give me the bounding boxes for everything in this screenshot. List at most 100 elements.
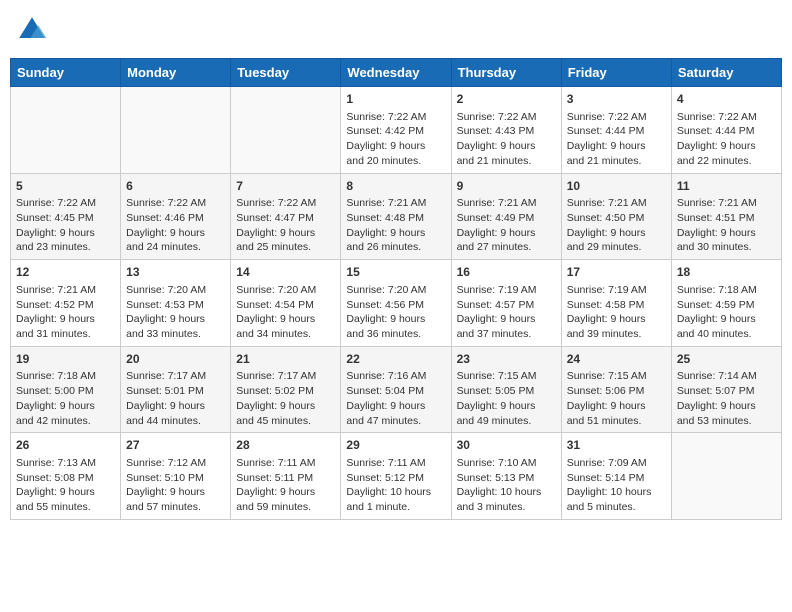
calendar-day-header: Saturday: [671, 59, 781, 87]
day-info: Sunrise: 7:10 AM Sunset: 5:13 PM Dayligh…: [457, 456, 556, 515]
page: SundayMondayTuesdayWednesdayThursdayFrid…: [0, 0, 792, 530]
calendar-cell: 19Sunrise: 7:18 AM Sunset: 5:00 PM Dayli…: [11, 346, 121, 433]
day-info: Sunrise: 7:19 AM Sunset: 4:58 PM Dayligh…: [567, 283, 666, 342]
day-info: Sunrise: 7:22 AM Sunset: 4:47 PM Dayligh…: [236, 196, 335, 255]
calendar-day-header: Friday: [561, 59, 671, 87]
calendar-cell: 21Sunrise: 7:17 AM Sunset: 5:02 PM Dayli…: [231, 346, 341, 433]
day-info: Sunrise: 7:21 AM Sunset: 4:51 PM Dayligh…: [677, 196, 776, 255]
calendar-day-header: Wednesday: [341, 59, 451, 87]
calendar-cell: 17 Sunrise: 7:19 AM Sunset: 4:58 PM Dayli…: [561, 260, 671, 347]
day-number: 22: [346, 351, 445, 368]
day-number: 6: [126, 178, 225, 195]
day-number: 11: [677, 178, 776, 195]
logo: [16, 14, 52, 46]
day-info: Sunrise: 7:21 AM Sunset: 4:52 PM Dayligh…: [16, 283, 115, 342]
day-info: Sunrise: 7:22 AM Sunset: 4:42 PM Dayligh…: [346, 110, 445, 169]
day-number: 20: [126, 351, 225, 368]
calendar-table: SundayMondayTuesdayWednesdayThursdayFrid…: [10, 58, 782, 520]
day-info: Sunrise: 7:21 AM Sunset: 4:49 PM Dayligh…: [457, 196, 556, 255]
logo-icon: [16, 14, 48, 46]
day-number: 13: [126, 264, 225, 281]
day-number: 8: [346, 178, 445, 195]
calendar-week-row: 26 Sunrise: 7:13 AM Sunset: 5:08 PM Dayli…: [11, 433, 782, 520]
calendar-cell: 25Sunrise: 7:14 AM Sunset: 5:07 PM Dayli…: [671, 346, 781, 433]
calendar-cell: 4 Sunrise: 7:22 AM Sunset: 4:44 PM Daylig…: [671, 87, 781, 174]
day-number: 10: [567, 178, 666, 195]
calendar-cell: [231, 87, 341, 174]
calendar-cell: 24Sunrise: 7:15 AM Sunset: 5:06 PM Dayli…: [561, 346, 671, 433]
day-number: 12: [16, 264, 115, 281]
day-info: Sunrise: 7:09 AM Sunset: 5:14 PM Dayligh…: [567, 456, 666, 515]
day-info: Sunrise: 7:17 AM Sunset: 5:01 PM Dayligh…: [126, 369, 225, 428]
header: [10, 10, 782, 50]
calendar-cell: 9Sunrise: 7:21 AM Sunset: 4:49 PM Daylig…: [451, 173, 561, 260]
day-number: 9: [457, 178, 556, 195]
day-info: Sunrise: 7:20 AM Sunset: 4:54 PM Dayligh…: [236, 283, 335, 342]
day-info: Sunrise: 7:13 AM Sunset: 5:08 PM Dayligh…: [16, 456, 115, 515]
day-info: Sunrise: 7:15 AM Sunset: 5:06 PM Dayligh…: [567, 369, 666, 428]
day-number: 14: [236, 264, 335, 281]
calendar-week-row: 5Sunrise: 7:22 AM Sunset: 4:45 PM Daylig…: [11, 173, 782, 260]
day-number: 21: [236, 351, 335, 368]
calendar-cell: 1Sunrise: 7:22 AM Sunset: 4:42 PM Daylig…: [341, 87, 451, 174]
day-number: 24: [567, 351, 666, 368]
calendar-cell: 29 Sunrise: 7:11 AM Sunset: 5:12 PM Dayli…: [341, 433, 451, 520]
calendar-cell: 10Sunrise: 7:21 AM Sunset: 4:50 PM Dayli…: [561, 173, 671, 260]
calendar-cell: [121, 87, 231, 174]
day-info: Sunrise: 7:15 AM Sunset: 5:05 PM Dayligh…: [457, 369, 556, 428]
calendar-cell: 12 Sunrise: 7:21 AM Sunset: 4:52 PM Dayli…: [11, 260, 121, 347]
day-info: Sunrise: 7:22 AM Sunset: 4:43 PM Dayligh…: [457, 110, 556, 169]
calendar-cell: 18 Sunrise: 7:18 AM Sunset: 4:59 PM Dayli…: [671, 260, 781, 347]
day-info: Sunrise: 7:21 AM Sunset: 4:50 PM Dayligh…: [567, 196, 666, 255]
day-number: 15: [346, 264, 445, 281]
calendar-day-header: Tuesday: [231, 59, 341, 87]
calendar-cell: 20Sunrise: 7:17 AM Sunset: 5:01 PM Dayli…: [121, 346, 231, 433]
calendar-cell: 8Sunrise: 7:21 AM Sunset: 4:48 PM Daylig…: [341, 173, 451, 260]
calendar-cell: 23Sunrise: 7:15 AM Sunset: 5:05 PM Dayli…: [451, 346, 561, 433]
calendar-cell: 13 Sunrise: 7:20 AM Sunset: 4:53 PM Dayli…: [121, 260, 231, 347]
calendar-cell: [11, 87, 121, 174]
calendar-cell: 5Sunrise: 7:22 AM Sunset: 4:45 PM Daylig…: [11, 173, 121, 260]
calendar-week-row: 1Sunrise: 7:22 AM Sunset: 4:42 PM Daylig…: [11, 87, 782, 174]
calendar-cell: 22Sunrise: 7:16 AM Sunset: 5:04 PM Dayli…: [341, 346, 451, 433]
day-number: 2: [457, 91, 556, 108]
day-number: 26: [16, 437, 115, 454]
day-number: 29: [346, 437, 445, 454]
day-number: 23: [457, 351, 556, 368]
day-info: Sunrise: 7:16 AM Sunset: 5:04 PM Dayligh…: [346, 369, 445, 428]
calendar-header-row: SundayMondayTuesdayWednesdayThursdayFrid…: [11, 59, 782, 87]
calendar-cell: 11Sunrise: 7:21 AM Sunset: 4:51 PM Dayli…: [671, 173, 781, 260]
day-info: Sunrise: 7:22 AM Sunset: 4:44 PM Dayligh…: [677, 110, 776, 169]
day-info: Sunrise: 7:22 AM Sunset: 4:45 PM Dayligh…: [16, 196, 115, 255]
day-number: 5: [16, 178, 115, 195]
calendar-cell: 28Sunrise: 7:11 AM Sunset: 5:11 PM Dayli…: [231, 433, 341, 520]
calendar-cell: 2 Sunrise: 7:22 AM Sunset: 4:43 PM Daylig…: [451, 87, 561, 174]
day-info: Sunrise: 7:21 AM Sunset: 4:48 PM Dayligh…: [346, 196, 445, 255]
calendar-cell: 31Sunrise: 7:09 AM Sunset: 5:14 PM Dayli…: [561, 433, 671, 520]
calendar-cell: 7Sunrise: 7:22 AM Sunset: 4:47 PM Daylig…: [231, 173, 341, 260]
day-info: Sunrise: 7:20 AM Sunset: 4:53 PM Dayligh…: [126, 283, 225, 342]
day-number: 17: [567, 264, 666, 281]
day-number: 18: [677, 264, 776, 281]
day-info: Sunrise: 7:22 AM Sunset: 4:44 PM Dayligh…: [567, 110, 666, 169]
calendar-cell: 30 Sunrise: 7:10 AM Sunset: 5:13 PM Dayli…: [451, 433, 561, 520]
day-number: 3: [567, 91, 666, 108]
calendar-day-header: Sunday: [11, 59, 121, 87]
day-number: 30: [457, 437, 556, 454]
day-number: 16: [457, 264, 556, 281]
day-info: Sunrise: 7:11 AM Sunset: 5:12 PM Dayligh…: [346, 456, 445, 515]
day-info: Sunrise: 7:18 AM Sunset: 5:00 PM Dayligh…: [16, 369, 115, 428]
calendar-cell: 15 Sunrise: 7:20 AM Sunset: 4:56 PM Dayli…: [341, 260, 451, 347]
day-number: 28: [236, 437, 335, 454]
calendar-day-header: Thursday: [451, 59, 561, 87]
calendar-week-row: 19Sunrise: 7:18 AM Sunset: 5:00 PM Dayli…: [11, 346, 782, 433]
calendar-cell: 3 Sunrise: 7:22 AM Sunset: 4:44 PM Daylig…: [561, 87, 671, 174]
calendar-cell: 16 Sunrise: 7:19 AM Sunset: 4:57 PM Dayli…: [451, 260, 561, 347]
calendar-cell: 27Sunrise: 7:12 AM Sunset: 5:10 PM Dayli…: [121, 433, 231, 520]
day-info: Sunrise: 7:19 AM Sunset: 4:57 PM Dayligh…: [457, 283, 556, 342]
day-info: Sunrise: 7:18 AM Sunset: 4:59 PM Dayligh…: [677, 283, 776, 342]
day-number: 25: [677, 351, 776, 368]
calendar-day-header: Monday: [121, 59, 231, 87]
day-info: Sunrise: 7:20 AM Sunset: 4:56 PM Dayligh…: [346, 283, 445, 342]
day-number: 4: [677, 91, 776, 108]
